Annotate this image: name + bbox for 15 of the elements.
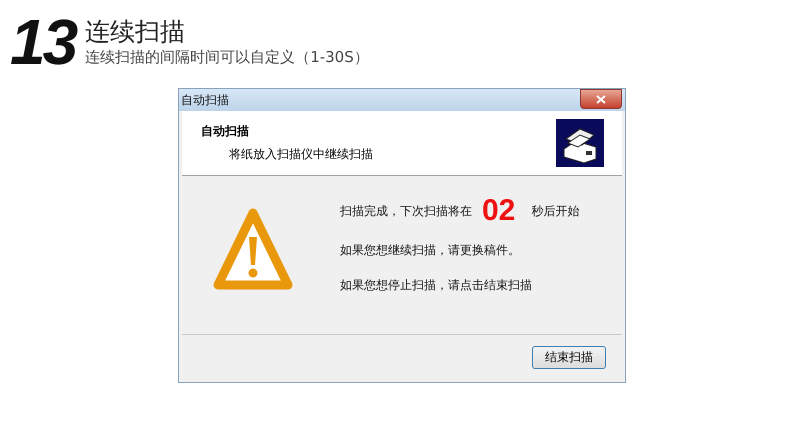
countdown-prefix: 扫描完成，下次扫描将在 [340, 202, 472, 220]
stop-scan-button[interactable]: 结束扫描 [532, 346, 606, 369]
message-text: 如果您想停止扫描，请点击结束扫描 [340, 277, 533, 294]
window-title: 自动扫描 [181, 92, 229, 108]
message-text: 如果您想继续扫描，请更换稿件。 [340, 242, 521, 259]
close-button[interactable] [580, 89, 622, 109]
close-icon [596, 94, 606, 104]
section-title: 连续扫描 [85, 17, 186, 47]
scanner-icon [556, 119, 604, 167]
countdown-suffix: 秒后开始 [531, 202, 580, 220]
section-subtitle: 连续扫描的间隔时间可以自定义（1-30S） [85, 47, 369, 67]
header-title: 自动扫描 [201, 123, 250, 140]
countdown-number: 02 [482, 194, 516, 228]
header-instruction: 将纸放入扫描仪中继续扫描 [228, 146, 373, 163]
section-number: 13 [10, 8, 76, 76]
